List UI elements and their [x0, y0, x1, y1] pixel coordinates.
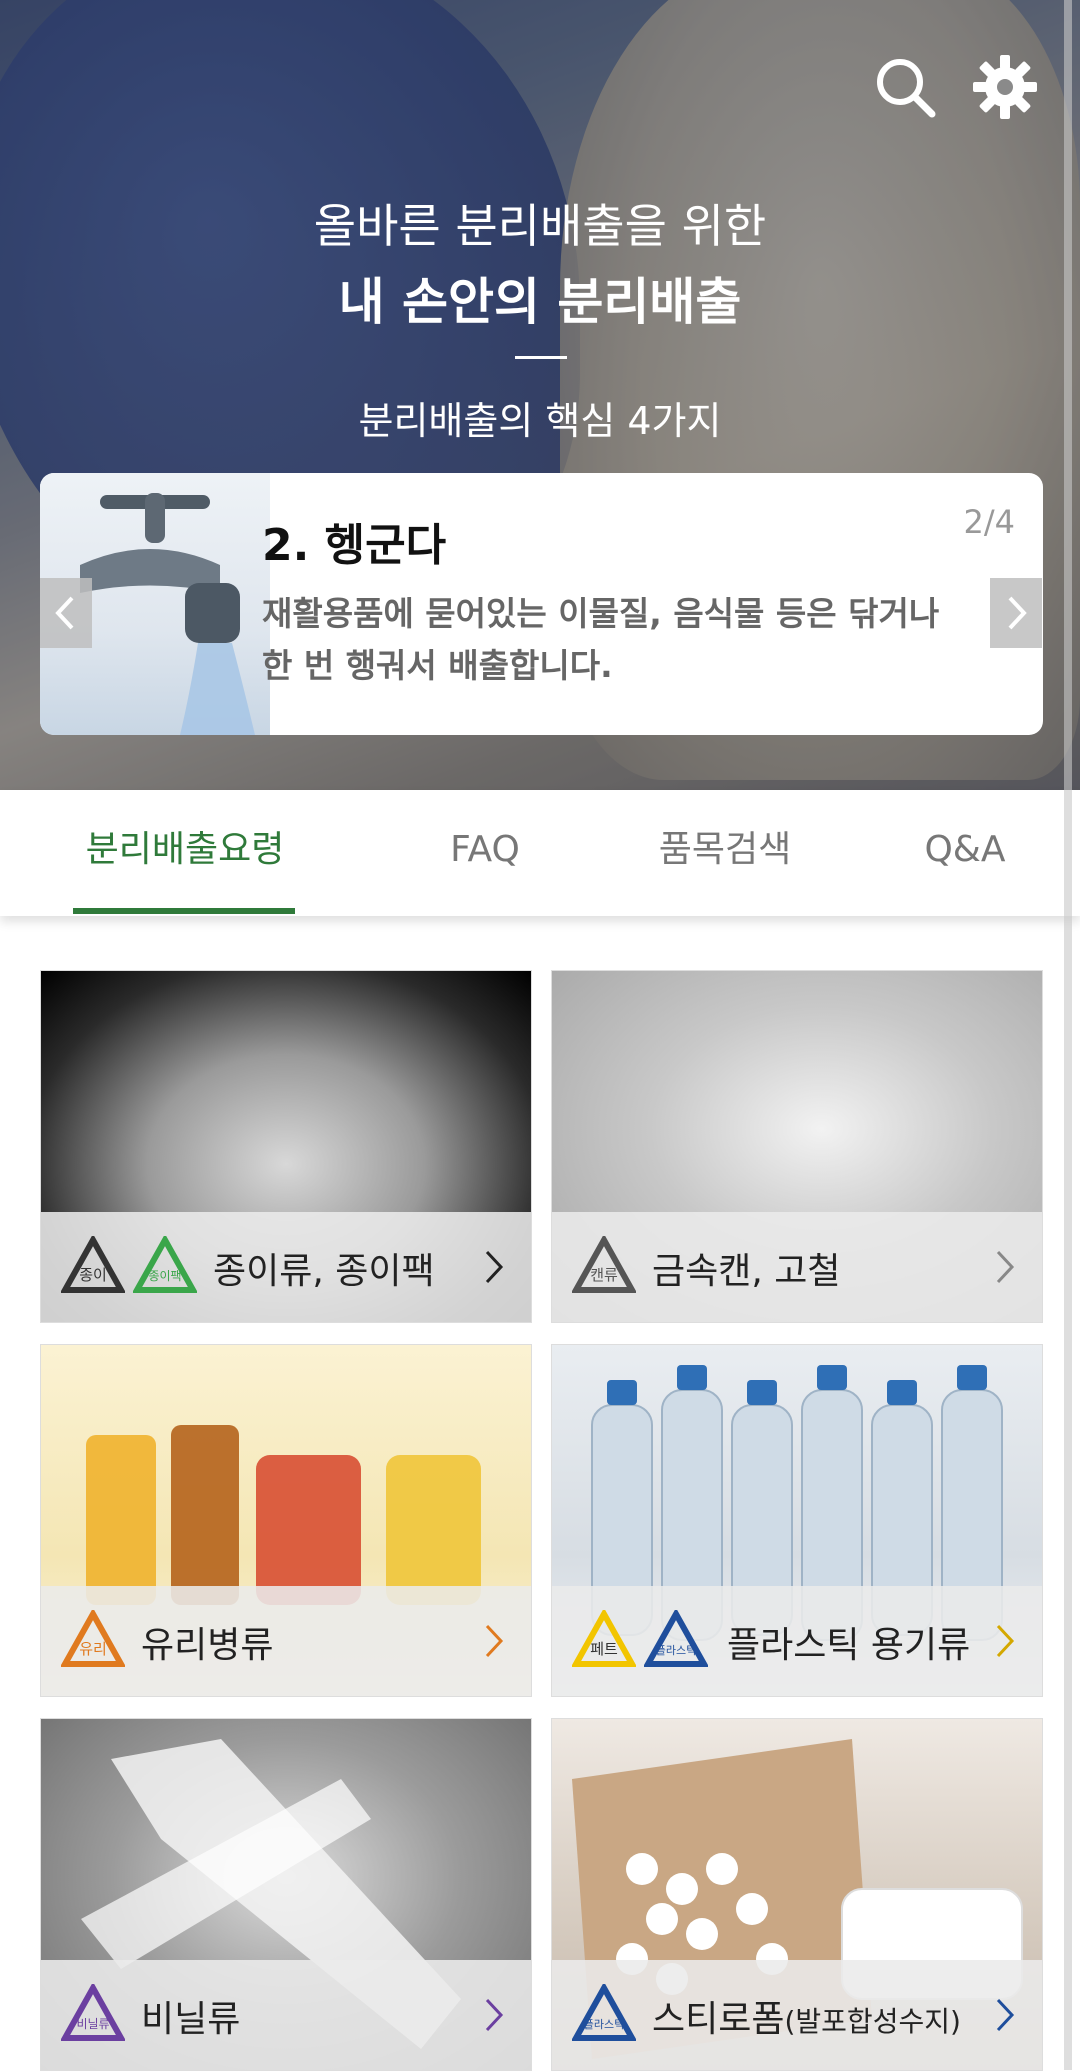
chevron-left-icon [55, 596, 74, 630]
hero-title: 내 손안의 분리배출 [338, 273, 742, 331]
chevron-right-icon [485, 1250, 504, 1284]
slide-prev-button[interactable] [40, 578, 92, 648]
category-label-plastic: 플라스틱 용기류 [727, 1625, 971, 1666]
vinyl-recycle-icon: 비닐류 [61, 1984, 125, 2041]
pet-recycle-icon: 페트 [572, 1610, 636, 1667]
styrofoam-label-main: 스티로폼 [652, 1999, 785, 2040]
tip-slide-card[interactable]: 2. 헹군다 2/4 재활용품에 묻어있는 이물질, 음식물 등은 닦거나 한 … [40, 473, 1043, 735]
category-tile-metal[interactable]: 캔류 금속캔, 고철 [551, 970, 1043, 1323]
chevron-right-icon [996, 1998, 1015, 2032]
svg-text:비닐류: 비닐류 [76, 2017, 109, 2031]
can-recycle-icon: 캔류 [572, 1236, 636, 1293]
category-tile-plastic[interactable]: 페트 플라스틱 플라스틱 용기류 [551, 1344, 1043, 1697]
scrollbar[interactable] [1064, 0, 1072, 2070]
chevron-right-icon [996, 1250, 1015, 1284]
chevron-right-icon [1008, 596, 1027, 630]
slide-title: 2. 헹군다 [262, 520, 447, 571]
plastic-recycle-icon: 플라스틱 [644, 1610, 708, 1667]
svg-text:종이팩: 종이팩 [148, 1269, 181, 1283]
tab-active-indicator [73, 908, 295, 914]
hero-caption: 분리배출의 핵심 4가지 [358, 399, 722, 443]
search-icon[interactable] [870, 52, 940, 122]
svg-text:종이: 종이 [79, 1266, 107, 1284]
chevron-right-icon [485, 1998, 504, 2032]
slide-desc-line-1: 재활용품에 묻어있는 이물질, 음식물 등은 닦거나 [262, 594, 940, 633]
svg-text:캔류: 캔류 [590, 1266, 618, 1284]
tab-disposal-guide[interactable]: 분리배출요령 [50, 790, 320, 916]
hero-divider [515, 356, 567, 359]
chevron-right-icon [485, 1624, 504, 1658]
tab-item-search[interactable]: 품목검색 [620, 790, 830, 916]
svg-text:플라스틱: 플라스틱 [656, 1644, 696, 1657]
tab-qna[interactable]: Q&A [870, 790, 1060, 916]
svg-text:플라스틱: 플라스틱 [584, 2018, 624, 2031]
svg-text:유리: 유리 [79, 1640, 107, 1658]
category-label-vinyl: 비닐류 [141, 1999, 241, 2040]
slide-next-button[interactable] [990, 578, 1042, 648]
glass-recycle-icon: 유리 [61, 1610, 125, 1667]
tab-bar: 분리배출요령 FAQ 품목검색 Q&A [0, 790, 1080, 916]
chevron-right-icon [996, 1624, 1015, 1658]
slide-counter: 2/4 [963, 503, 1016, 541]
gear-icon[interactable] [970, 52, 1040, 122]
category-label-metal: 금속캔, 고철 [652, 1251, 841, 1292]
category-tile-paper[interactable]: 종이 종이팩 종이류, 종이팩 [40, 970, 532, 1323]
category-tile-glass[interactable]: 유리 유리병류 [40, 1344, 532, 1697]
category-label-styrofoam: 스티로폼(발포합성수지) [652, 1990, 961, 2042]
paper-pack-recycle-icon: 종이팩 [133, 1236, 197, 1293]
slide-desc-line-2: 한 번 행궈서 배출합니다. [262, 646, 613, 685]
svg-text:페트: 페트 [590, 1640, 618, 1658]
paper-recycle-icon: 종이 [61, 1236, 125, 1293]
styrofoam-recycle-icon: 플라스틱 [572, 1984, 636, 2041]
hero-subtitle: 올바른 분리배출을 위한 [313, 199, 767, 253]
tab-faq[interactable]: FAQ [390, 790, 580, 916]
slide-description: 재활용품에 묻어있는 이물질, 음식물 등은 닦거나 한 번 행궈서 배출합니다… [262, 588, 1022, 692]
category-label-paper: 종이류, 종이팩 [213, 1251, 435, 1292]
category-tile-vinyl[interactable]: 비닐류 비닐류 [40, 1718, 532, 2071]
category-label-glass: 유리병류 [141, 1625, 274, 1666]
category-tile-styrofoam[interactable]: 플라스틱 스티로폼(발포합성수지) [551, 1718, 1043, 2071]
styrofoam-label-sub: (발포합성수지) [784, 2005, 961, 2038]
